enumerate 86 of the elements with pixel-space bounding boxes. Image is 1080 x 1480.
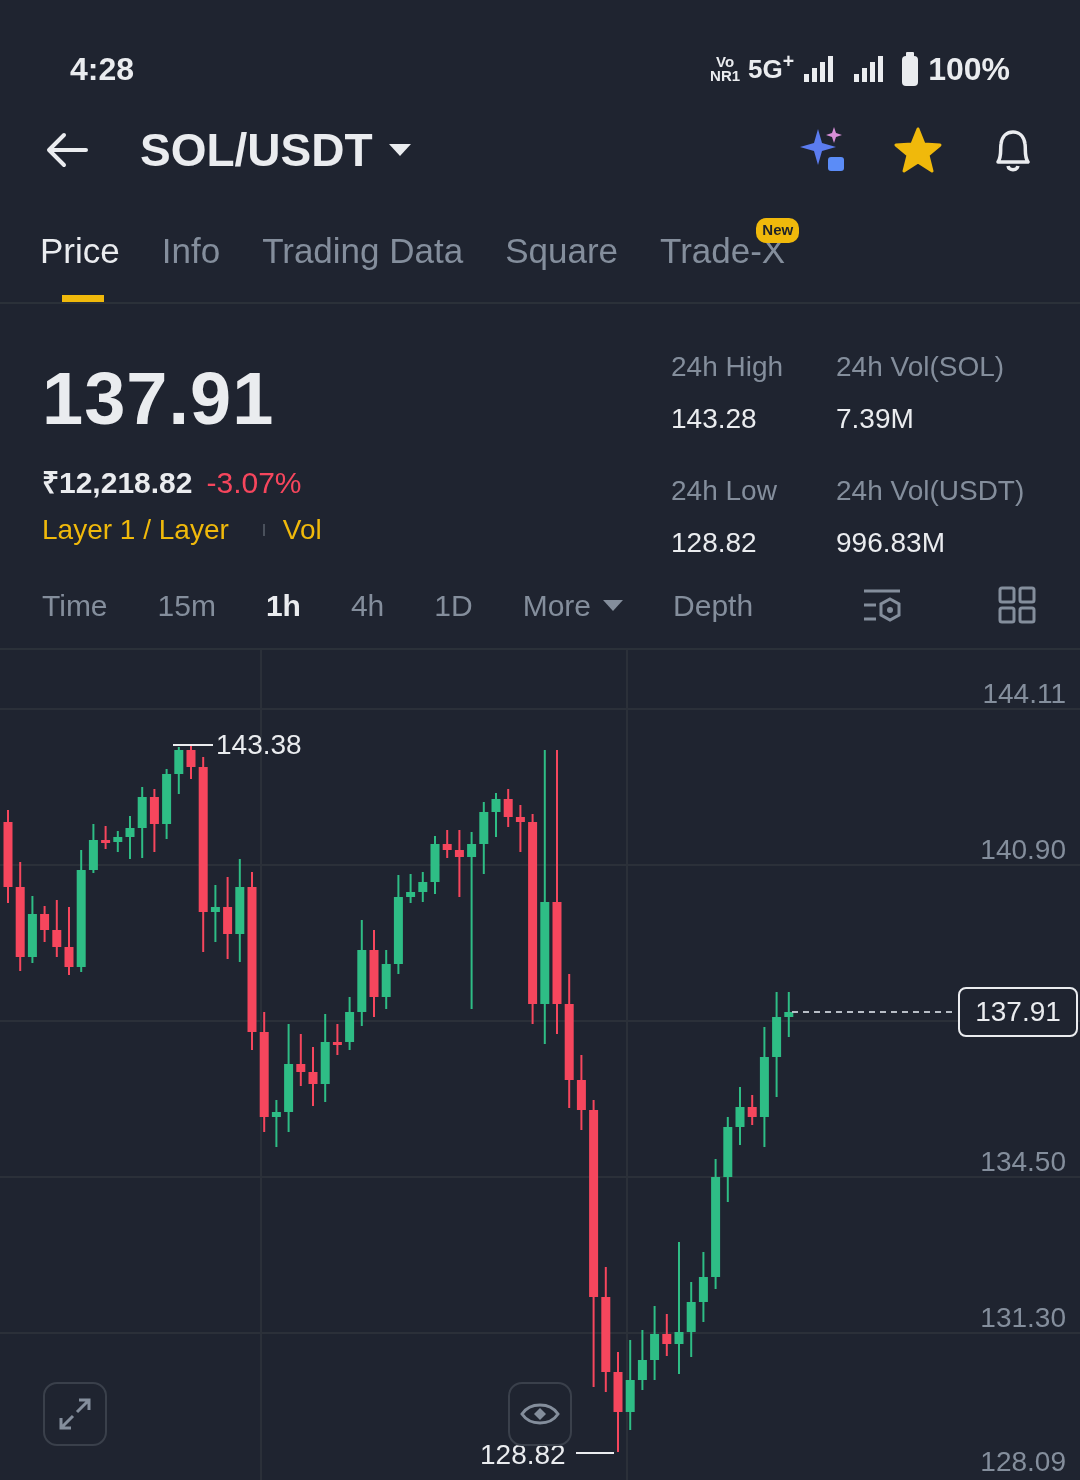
stat-label: 24h Vol(SOL) bbox=[836, 350, 1006, 384]
fiat-price: ₹12,218.82 bbox=[42, 465, 193, 501]
candlestick bbox=[442, 829, 452, 859]
candlestick bbox=[186, 743, 196, 780]
expand-icon bbox=[57, 1396, 93, 1432]
battery-percent: 100% bbox=[928, 50, 1010, 89]
caret-icon bbox=[603, 599, 624, 611]
candlestick bbox=[27, 895, 37, 964]
candlestick bbox=[503, 788, 513, 828]
fullscreen-button[interactable] bbox=[43, 1382, 107, 1446]
interval-tab[interactable]: 4h bbox=[350, 582, 385, 628]
candlestick bbox=[735, 1086, 745, 1146]
interval-tab[interactable]: Depth bbox=[673, 582, 754, 628]
candlestick bbox=[149, 788, 159, 853]
tab[interactable]: Info bbox=[161, 200, 221, 302]
candlestick bbox=[101, 825, 111, 850]
status-time: 4:28 bbox=[70, 50, 135, 89]
candlestick bbox=[381, 949, 391, 1010]
signal-icon bbox=[852, 56, 885, 82]
leader-line bbox=[575, 1452, 615, 1454]
stat-label: 24h Low bbox=[671, 474, 778, 508]
stat-value: 996.83M bbox=[836, 526, 946, 560]
network-type: 5G$^{+}$ bbox=[748, 49, 795, 86]
interval-tab[interactable]: Time bbox=[42, 582, 108, 628]
candlestick bbox=[345, 996, 355, 1051]
back-arrow-icon[interactable] bbox=[46, 130, 90, 170]
tab[interactable]: Square bbox=[505, 200, 619, 302]
stat-value: 143.28 bbox=[671, 402, 758, 436]
stat-label: 24h Vol(USDT) bbox=[836, 474, 1026, 508]
price-change: -3.07% bbox=[206, 465, 302, 501]
signal-icon bbox=[802, 56, 835, 82]
candlestick bbox=[64, 906, 74, 976]
last-price: 137.91 bbox=[42, 362, 276, 436]
visibility-button[interactable] bbox=[508, 1382, 572, 1446]
candlestick bbox=[637, 1329, 647, 1391]
candlestick bbox=[747, 1094, 757, 1126]
stat-label: 24h High bbox=[671, 350, 785, 384]
grid-layout-icon[interactable] bbox=[998, 586, 1036, 624]
candlestick bbox=[515, 804, 525, 853]
candlestick bbox=[418, 871, 428, 903]
candlestick bbox=[52, 899, 62, 958]
tab[interactable]: Trade-X New bbox=[660, 200, 800, 302]
candlestick bbox=[271, 1099, 281, 1148]
interval-tab[interactable]: 1D bbox=[434, 582, 473, 628]
stat-value: 7.39M bbox=[836, 402, 915, 436]
candlestick bbox=[662, 1313, 672, 1357]
leader-line bbox=[172, 744, 214, 746]
battery-icon bbox=[900, 52, 921, 86]
candlestick bbox=[125, 815, 135, 860]
candlestick bbox=[308, 1046, 318, 1107]
low-price-marker: 128.82 bbox=[480, 1441, 566, 1469]
current-price-tag: 137.91 bbox=[958, 987, 1078, 1037]
stat-value: 128.82 bbox=[671, 526, 758, 560]
candlestick bbox=[454, 829, 464, 898]
candlestick bbox=[162, 768, 172, 840]
candlestick bbox=[332, 1023, 342, 1056]
vonr-indicator: Vo NR1 bbox=[710, 55, 741, 83]
price-axis-label: 131.30 bbox=[980, 1304, 1066, 1332]
pair-selector[interactable]: SOL/USDT bbox=[140, 115, 411, 185]
candlestick bbox=[406, 873, 416, 904]
interval-tab[interactable]: 15m bbox=[157, 582, 216, 628]
candlestick bbox=[88, 823, 98, 874]
candlestick bbox=[113, 830, 123, 853]
candlestick bbox=[698, 1251, 708, 1323]
candlestick bbox=[491, 792, 501, 838]
price-axis-label: 140.90 bbox=[980, 836, 1066, 864]
candlestick bbox=[210, 884, 220, 943]
tab[interactable]: Trading Data bbox=[262, 200, 464, 302]
indicator-settings-icon[interactable] bbox=[862, 587, 902, 623]
price-axis-label: 144.11 bbox=[982, 680, 1066, 708]
new-badge: New bbox=[756, 218, 800, 243]
price-axis-label: 128.09 bbox=[980, 1448, 1066, 1476]
candlestick bbox=[174, 746, 184, 795]
price-axis-label: 134.50 bbox=[980, 1148, 1066, 1176]
more-dropdown[interactable]: More bbox=[522, 582, 624, 628]
candlestick bbox=[296, 1033, 306, 1087]
category-tag[interactable]: Layer 1 / Layer bbox=[42, 509, 229, 551]
tab[interactable]: Price bbox=[40, 200, 120, 302]
caret-icon bbox=[388, 144, 411, 156]
candlestick bbox=[40, 905, 50, 943]
high-price-marker: 143.38 bbox=[216, 731, 302, 759]
interval-tab[interactable]: 1h bbox=[265, 582, 301, 628]
candlestick bbox=[784, 991, 794, 1038]
star-icon[interactable] bbox=[894, 127, 942, 173]
candlestick bbox=[430, 835, 440, 895]
category-tag[interactable]: Vol bbox=[282, 509, 322, 551]
